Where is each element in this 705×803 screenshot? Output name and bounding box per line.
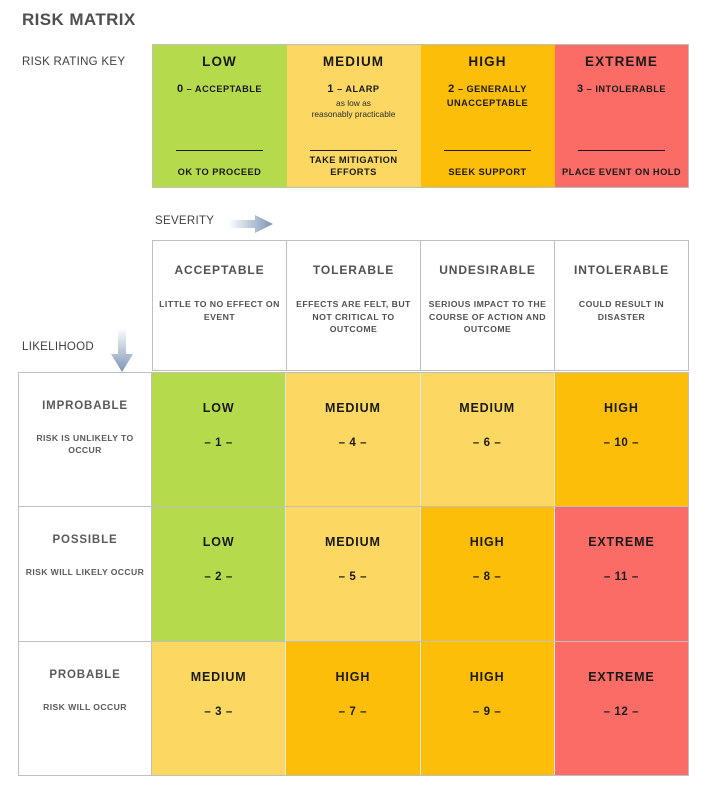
- matrix-cell-score: – 11 –: [603, 571, 639, 584]
- matrix-cell-rating: HIGH: [469, 535, 505, 550]
- likelihood-row-description: RISK IS UNLIKELY TO OCCUR: [36, 433, 134, 456]
- risk-key-rating: 2 – GENERALLY UNACCEPTABLE: [446, 83, 529, 108]
- severity-header-description: LITTLE TO NO EFFECT ON EVENT: [159, 299, 280, 322]
- matrix-cell-rating: MEDIUM: [190, 669, 247, 684]
- risk-key-divider: [577, 150, 666, 151]
- matrix-cell[interactable]: HIGH – 9 –: [420, 641, 555, 775]
- severity-header-cell: ACCEPTABLE LITTLE TO NO EFFECT ON EVENT: [153, 241, 287, 370]
- severity-axis-label: SEVERITY: [155, 215, 215, 227]
- severity-header-cell: UNDESIRABLE SERIOUS IMPACT TO THE COURSE …: [421, 241, 555, 370]
- matrix-cell[interactable]: MEDIUM – 6 –: [420, 373, 555, 507]
- matrix-cell-rating: HIGH: [469, 669, 505, 684]
- matrix-cell-rating: LOW: [202, 401, 235, 415]
- likelihood-row-description: RISK WILL LIKELY OCCUR: [25, 567, 145, 578]
- severity-header-description: EFFECTS ARE FELT, BUT NOT CRITICAL TO OU…: [296, 299, 411, 335]
- matrix-cell[interactable]: EXTREME – 11 –: [554, 507, 688, 641]
- matrix-cell-score: – 4 –: [338, 437, 368, 449]
- matrix-cell-score: – 12 –: [603, 705, 640, 718]
- matrix-row: POSSIBLE RISK WILL LIKELY OCCUR LOW – 2 – ME…: [19, 507, 688, 642]
- matrix-cell-rating: MEDIUM: [324, 401, 381, 415]
- severity-header-description: SERIOUS IMPACT TO THE COURSE OF ACTION A…: [428, 299, 547, 335]
- matrix-cell-score: – 2 –: [204, 571, 233, 584]
- matrix-cell-score: – 9 –: [472, 705, 502, 718]
- matrix-cell[interactable]: MEDIUM – 5 –: [286, 507, 421, 641]
- matrix-cell-rating: LOW: [202, 535, 235, 550]
- matrix-cell-score: – 1 –: [204, 437, 233, 449]
- risk-rating-key-table: LOW 0 – ACCEPTABLE OK TO PROCEED MEDIUM 1 – …: [152, 44, 689, 188]
- matrix-cell[interactable]: HIGH – 8 –: [420, 507, 555, 641]
- matrix-cell-score: – 8 –: [472, 571, 502, 584]
- matrix-cell-score: – 6 –: [472, 437, 502, 449]
- risk-key-subtext: as low as reasonably practicable: [311, 97, 396, 120]
- risk-key-title: MEDIUM: [322, 54, 385, 69]
- risk-key-action: PLACE EVENT ON HOLD: [561, 167, 682, 178]
- risk-key-divider: [309, 150, 398, 151]
- matrix-cell-rating: HIGH: [335, 669, 371, 684]
- matrix-cell[interactable]: HIGH – 10 –: [554, 373, 688, 507]
- matrix-cell-rating: MEDIUM: [459, 401, 516, 415]
- likelihood-row-title: POSSIBLE: [52, 534, 118, 547]
- matrix-cell-rating: MEDIUM: [324, 535, 381, 550]
- severity-header-cell: TOLERABLE EFFECTS ARE FELT, BUT NOT CRITI…: [287, 241, 421, 370]
- risk-key-action: OK TO PROCEED: [177, 167, 262, 178]
- severity-header-title: UNDESIRABLE: [439, 263, 536, 277]
- matrix-cell[interactable]: HIGH – 7 –: [286, 641, 421, 775]
- severity-arrow-right-icon: [228, 214, 273, 234]
- risk-rating-key-label: RISK RATING KEY: [22, 56, 126, 68]
- risk-key-cell: HIGH 2 – GENERALLY UNACCEPTABLE SEEK SUPPO…: [421, 45, 555, 187]
- matrix-cell-score: – 5 –: [338, 571, 368, 584]
- matrix-cell-score: – 3 –: [204, 705, 233, 718]
- matrix-cell-score: – 7 –: [338, 705, 368, 718]
- severity-header-title: INTOLERABLE: [573, 263, 669, 277]
- matrix-cell[interactable]: LOW – 2 –: [152, 507, 287, 641]
- matrix-cell[interactable]: MEDIUM – 4 –: [286, 373, 421, 507]
- risk-key-rating: 0 – ACCEPTABLE: [176, 83, 263, 95]
- matrix-cell-score: – 10 –: [603, 437, 640, 449]
- page-title: RISK MATRIX: [22, 10, 136, 29]
- risk-matrix-page: RISK MATRIX RISK RATING KEY LOW 0 – ACCEP…: [0, 0, 705, 803]
- risk-key-action: TAKE MITIGATION EFFORTS: [309, 154, 398, 178]
- risk-key-title: HIGH: [468, 54, 507, 69]
- matrix-cell[interactable]: MEDIUM – 3 –: [152, 641, 287, 775]
- risk-key-rating: 1 – ALARP: [327, 83, 380, 95]
- matrix-cell[interactable]: LOW – 1 –: [152, 373, 287, 507]
- matrix-cell[interactable]: EXTREME – 12 –: [554, 641, 688, 775]
- severity-header-title: ACCEPTABLE: [174, 263, 265, 277]
- likelihood-row-title: IMPROBABLE: [42, 400, 128, 412]
- likelihood-arrow-down-icon: [110, 328, 134, 372]
- risk-key-cell: EXTREME 3 – INTOLERABLE PLACE EVENT ON HOL…: [555, 45, 688, 187]
- severity-header-row: ACCEPTABLE LITTLE TO NO EFFECT ON EVENT TO…: [152, 240, 689, 371]
- likelihood-row-header: PROBABLE RISK WILL OCCUR: [19, 641, 152, 775]
- risk-key-action: SEEK SUPPORT: [448, 167, 527, 178]
- risk-key-rating: 3 – INTOLERABLE: [576, 83, 666, 95]
- matrix-cell-rating: HIGH: [604, 401, 639, 415]
- risk-key-cell: MEDIUM 1 – ALARP as low as reasonably pract…: [287, 45, 421, 187]
- matrix-row: IMPROBABLE RISK IS UNLIKELY TO OCCUR LOW – …: [19, 373, 688, 508]
- severity-header-title: TOLERABLE: [312, 263, 395, 277]
- risk-matrix-grid: IMPROBABLE RISK IS UNLIKELY TO OCCUR LOW – …: [18, 372, 689, 776]
- severity-header-description: COULD RESULT IN DISASTER: [578, 299, 665, 322]
- risk-key-title: EXTREME: [585, 54, 658, 69]
- matrix-cell-rating: EXTREME: [588, 535, 655, 550]
- likelihood-axis-label: LIKELIHOOD: [22, 341, 95, 353]
- risk-key-divider: [175, 150, 264, 151]
- risk-key-divider: [443, 150, 532, 151]
- risk-key-cell: LOW 0 – ACCEPTABLE OK TO PROCEED: [153, 45, 287, 187]
- likelihood-row-header: IMPROBABLE RISK IS UNLIKELY TO OCCUR: [19, 373, 152, 507]
- likelihood-row-title: PROBABLE: [49, 668, 121, 681]
- likelihood-row-description: RISK WILL OCCUR: [43, 701, 127, 712]
- risk-key-title: LOW: [202, 54, 237, 69]
- matrix-cell-rating: EXTREME: [588, 669, 655, 684]
- matrix-row: PROBABLE RISK WILL OCCUR MEDIUM – 3 – HIGH – …: [19, 641, 688, 775]
- severity-header-cell: INTOLERABLE COULD RESULT IN DISASTER: [555, 241, 688, 370]
- likelihood-row-header: POSSIBLE RISK WILL LIKELY OCCUR: [19, 507, 152, 641]
